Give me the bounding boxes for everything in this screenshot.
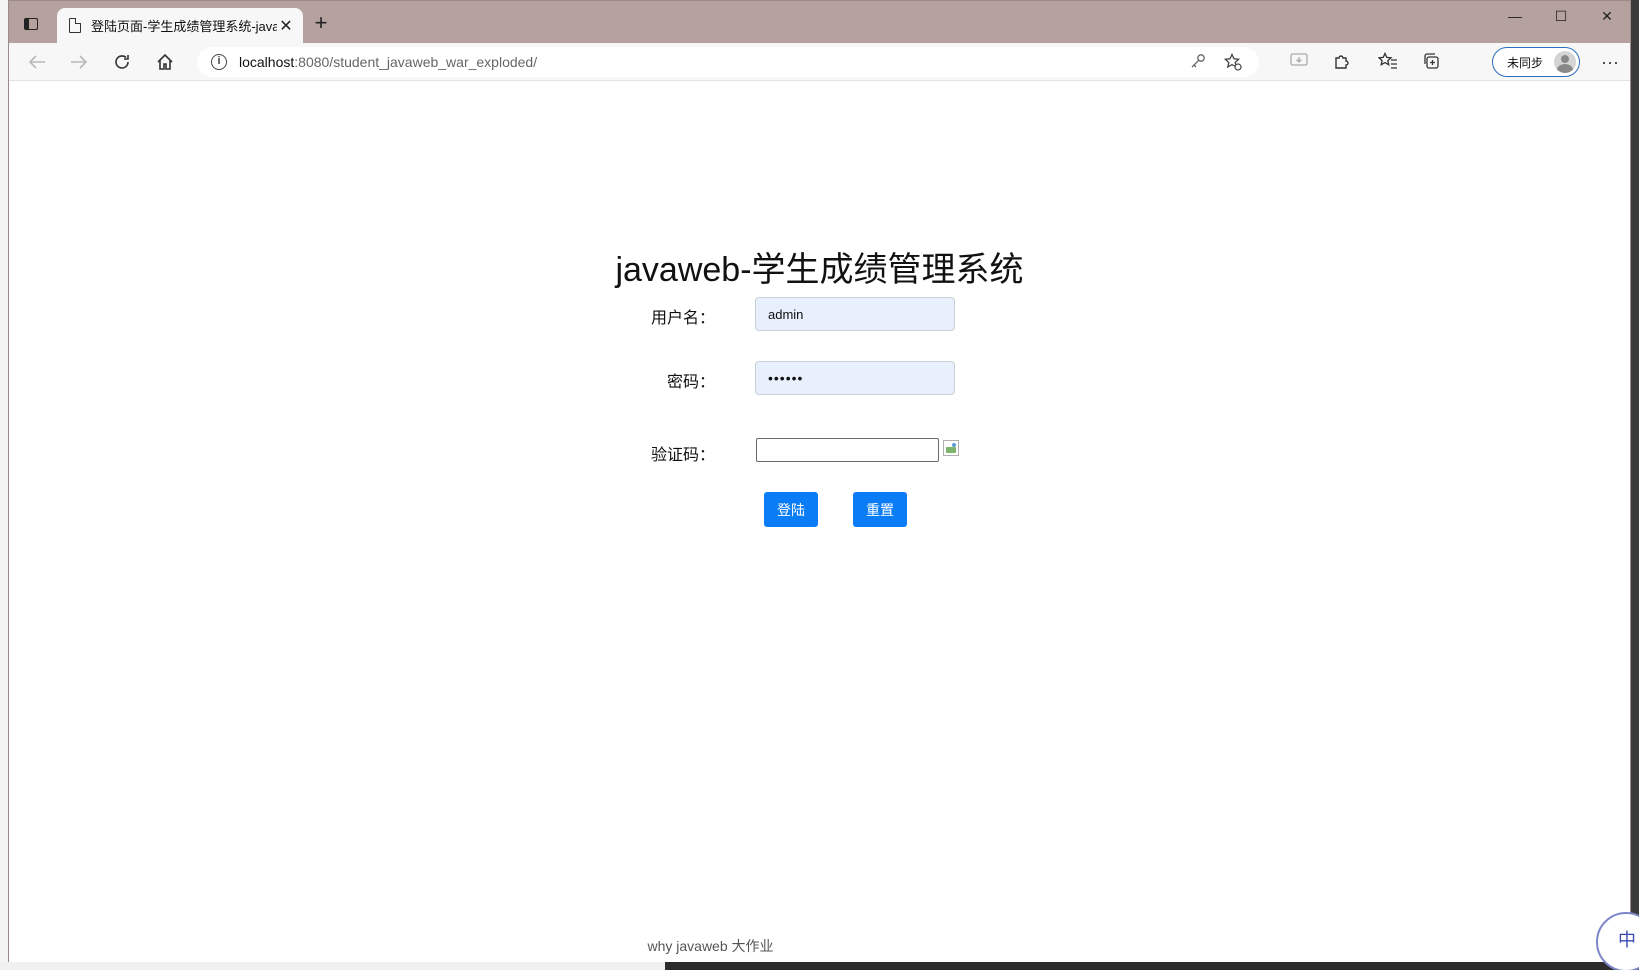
profile-sync-button[interactable]: 未同步 [1492,47,1580,77]
tab-login-page[interactable]: 登陆页面-学生成绩管理系统-java ✕ [57,8,303,43]
window-controls: — ☐ ✕ [1492,1,1630,31]
maximize-button[interactable]: ☐ [1538,1,1584,31]
url-host: localhost [239,54,295,70]
username-input[interactable]: admin [755,297,955,331]
close-window-button[interactable]: ✕ [1584,1,1630,31]
favorites-icon[interactable] [1377,51,1399,74]
avatar-icon [1554,51,1576,73]
footer: why javaweb 大作业 [9,936,1630,956]
password-label: 密码： [666,374,715,391]
username-label: 用户名： [650,310,715,327]
add-favorite-icon[interactable] [1223,52,1242,71]
tab-close-icon[interactable]: ✕ [277,16,295,36]
address-bar[interactable]: i localhost:8080/student_javaweb_war_exp… [197,47,1259,77]
login-button[interactable]: 登陆 [764,492,818,527]
page-viewport: javaweb-学生成绩管理系统 用户名： admin 密码： •••••• 验… [9,82,1630,962]
forward-arrow-icon [71,55,88,69]
reload-icon [115,55,129,69]
tab-actions-icon [24,18,38,30]
home-button[interactable] [151,48,179,76]
extensions-icon[interactable] [1331,52,1353,74]
tab-title: 登陆页面-学生成绩管理系统-java [91,19,277,34]
more-menu-button[interactable]: ··· [1596,48,1624,76]
site-info-icon[interactable]: i [211,54,227,70]
tab-actions-button[interactable] [19,12,43,36]
back-button[interactable] [23,48,51,76]
footer-text: why javaweb 大作业 [647,938,774,954]
username-row: 用户名： admin [9,297,1630,331]
background-window-bottom [0,962,665,970]
key-icon[interactable] [1189,53,1207,71]
browser-toolbar: i localhost:8080/student_javaweb_war_exp… [9,43,1630,81]
back-arrow-icon [28,55,45,69]
tab-strip: 登陆页面-学生成绩管理系统-java ✕ + — ☐ ✕ [9,1,1630,43]
app-available-icon[interactable] [1288,52,1310,74]
home-icon [157,53,173,70]
captcha-image-icon[interactable] [943,440,959,456]
captcha-row: 验证码： [9,438,1630,464]
minimize-button[interactable]: — [1492,1,1538,31]
new-tab-button[interactable]: + [309,12,333,36]
browser-window: 登陆页面-学生成绩管理系统-java ✕ + — ☐ ✕ i localhost… [8,0,1631,962]
reload-button[interactable] [108,48,136,76]
page-icon [69,18,81,33]
url-path: :8080/student_javaweb_war_exploded/ [294,54,538,70]
ime-label: 中 [1618,930,1636,950]
password-row: 密码： •••••• [9,361,1630,395]
captcha-label: 验证码： [650,447,715,464]
password-input[interactable]: •••••• [755,361,955,395]
forward-button[interactable] [65,48,93,76]
captcha-input[interactable] [756,438,939,462]
reset-button[interactable]: 重置 [853,492,907,527]
sync-status-label: 未同步 [1507,55,1544,70]
page-title: javaweb-学生成绩管理系统 [615,251,1024,289]
collections-icon[interactable] [1420,52,1442,74]
